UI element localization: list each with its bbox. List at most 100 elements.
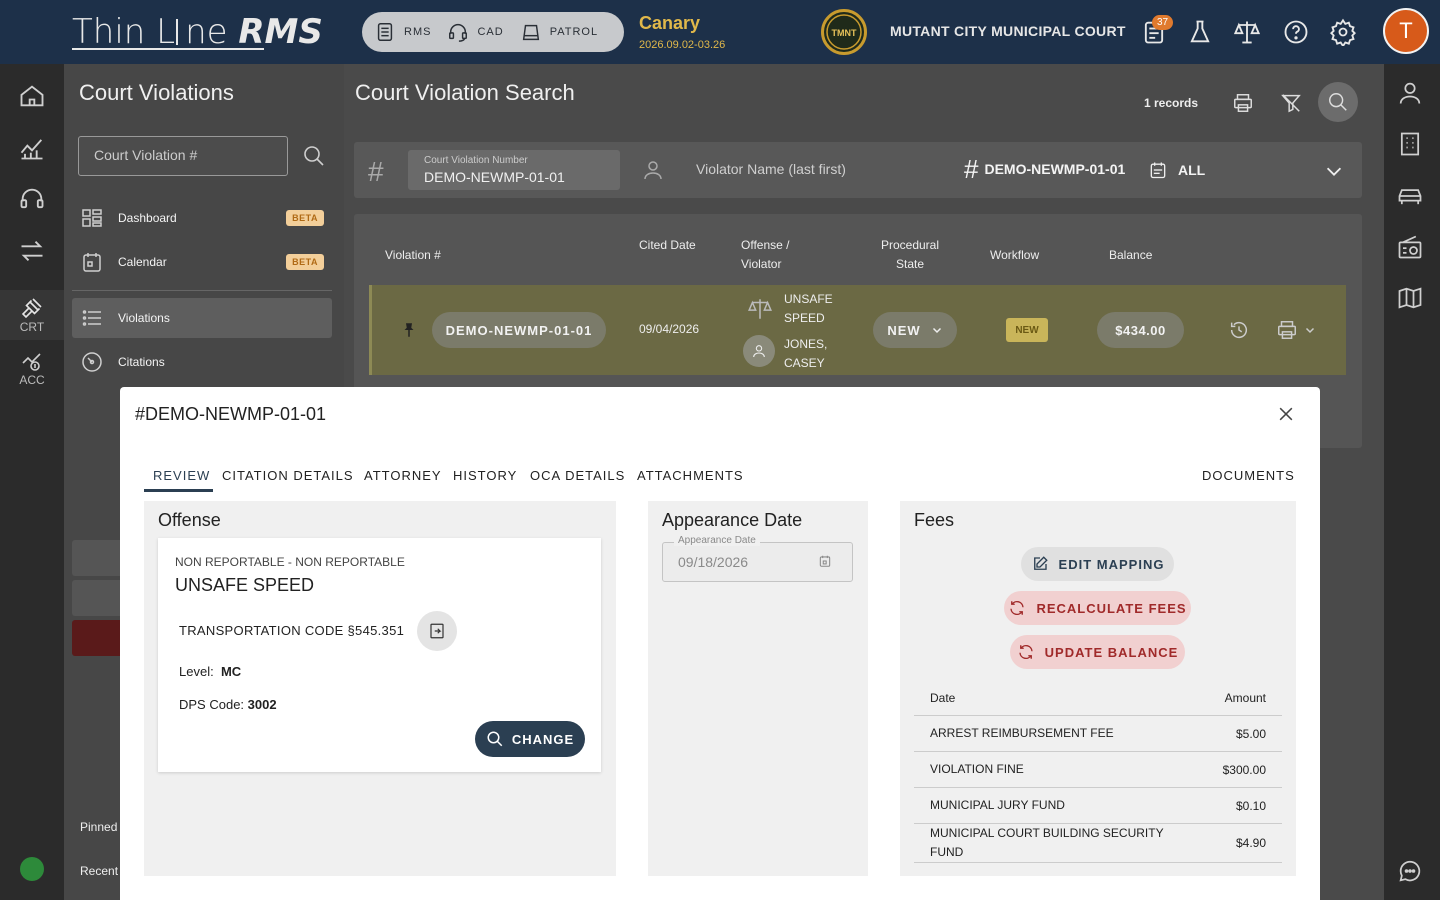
tab-attachments[interactable]: ATTACHMENTS (637, 468, 744, 483)
payment-button-partial[interactable] (72, 580, 120, 616)
table-row[interactable]: MUNICIPAL COURT BUILDING SECURITY FUND $… (914, 824, 1282, 863)
beta-badge: BETA (286, 210, 324, 226)
table-row[interactable]: VIOLATION FINE $300.00 (914, 752, 1282, 788)
workflow-badge: NEW (1006, 318, 1048, 342)
recalculate-fees-button[interactable]: RECALCULATE FEES (1004, 591, 1191, 625)
environment-name: Canary (639, 13, 701, 33)
violator-name-input[interactable]: Violator Name (last first) (696, 161, 846, 177)
module-rms[interactable]: RMS (374, 21, 447, 43)
person-icon (644, 161, 662, 180)
pinned-label: Pinned (80, 820, 118, 834)
fee-amount: $0.10 (1235, 798, 1266, 813)
cited-date-cell: 09/04/2026 (639, 322, 700, 336)
tab-review[interactable]: REVIEW (153, 468, 210, 483)
radio-icon[interactable] (1396, 233, 1424, 261)
update-balance-button[interactable]: UPDATE BALANCE (1010, 635, 1185, 669)
filter-chip-number[interactable]: # DEMO-NEWMP-01-01 (964, 154, 1125, 184)
help-icon[interactable] (1282, 18, 1310, 46)
history-icon[interactable] (1228, 319, 1250, 341)
admin-button-partial[interactable] (72, 620, 120, 656)
calendar-icon[interactable] (818, 554, 832, 568)
column-header-balance[interactable]: Balance (1109, 246, 1152, 265)
accounting-icon (22, 353, 41, 371)
map-icon[interactable] (1396, 284, 1424, 312)
person-icon[interactable] (1396, 79, 1424, 107)
column-header-workflow[interactable]: Workflow (990, 246, 1039, 265)
pin-icon[interactable] (400, 321, 418, 339)
recalculate-label: RECALCULATE FEES (1036, 600, 1187, 616)
court-name: MUTANT CITY MUNICIPAL COURT (890, 23, 1126, 39)
search-icon[interactable] (302, 144, 326, 168)
clear-filter-icon[interactable] (1280, 92, 1302, 114)
module-switcher: RMS CAD PATROL (362, 12, 624, 52)
confirm-button-partial[interactable] (72, 540, 120, 576)
column-header-procedural-state[interactable]: Procedural State (874, 236, 946, 274)
rail-transfer[interactable] (0, 237, 64, 265)
brand-logo[interactable]: Thin Lne RMS (72, 12, 323, 52)
court-violation-number-field[interactable]: Court Violation Number DEMO-NEWMP-01-01 (408, 150, 620, 190)
rail-analytics[interactable] (0, 134, 64, 162)
search-button[interactable] (1318, 82, 1358, 122)
rail-home[interactable] (0, 82, 64, 110)
column-header-date[interactable]: Date (930, 691, 955, 705)
lab-flask-icon[interactable] (1186, 18, 1214, 46)
change-offense-button[interactable]: CHANGE (475, 721, 585, 757)
print-icon[interactable] (1276, 319, 1298, 341)
column-header-offense-violator[interactable]: Offense / Violator (741, 236, 811, 274)
column-header-violation[interactable]: Violation # (385, 246, 441, 265)
open-document-icon (430, 623, 444, 639)
appearance-date-label: Appearance Date (674, 535, 760, 546)
beta-badge: BETA (286, 254, 324, 270)
column-header-amount[interactable]: Amount (1225, 691, 1266, 705)
settings-gear-icon[interactable] (1329, 18, 1357, 46)
rail-court[interactable]: CRT (0, 296, 64, 334)
table-row[interactable]: MUNICIPAL JURY FUND $0.10 (914, 788, 1282, 824)
chat-icon[interactable] (1396, 857, 1424, 885)
rail-dispatch[interactable] (0, 185, 64, 213)
balance-pill[interactable]: $434.00 (1097, 312, 1184, 348)
documents-button[interactable]: DOCUMENTS (1202, 468, 1295, 483)
fee-description: MUNICIPAL JURY FUND (930, 798, 1065, 812)
fee-description: MUNICIPAL COURT BUILDING SECURITY FUND (930, 826, 1164, 859)
car-icon[interactable] (1396, 182, 1424, 210)
sidebar-item-violations[interactable]: Violations (72, 298, 332, 338)
statute-text: TRANSPORTATION CODE §545.351 (179, 623, 405, 638)
filter-chip-date[interactable]: ALL (1148, 160, 1205, 180)
rail-accounting[interactable]: ACC (0, 349, 64, 387)
scales-icon[interactable] (1233, 18, 1261, 46)
procedural-state-dropdown[interactable]: NEW (873, 312, 957, 348)
sidebar-item-dashboard[interactable]: Dashboard BETA (72, 198, 332, 238)
tab-history[interactable]: HISTORY (453, 468, 517, 483)
tab-citation-details[interactable]: CITATION DETAILS (222, 468, 354, 483)
violator-cell: JONES, CASEY (784, 335, 827, 373)
module-patrol[interactable]: PATROL (520, 21, 614, 43)
refresh-icon (1010, 600, 1025, 616)
statute-link-button[interactable] (417, 611, 457, 651)
court-violation-search-input[interactable]: Court Violation # (78, 136, 288, 176)
fees-table: Date Amount ARREST REIMBURSEMENT FEE $5.… (914, 680, 1282, 863)
tab-oca-details[interactable]: OCA DETAILS (530, 468, 625, 483)
violator-avatar (743, 335, 775, 367)
module-cad[interactable]: CAD (447, 21, 519, 43)
server-icon (377, 23, 393, 41)
calendar-icon (1150, 162, 1166, 179)
tab-attorney[interactable]: ATTORNEY (364, 468, 442, 483)
sidebar-item-label: Citations (118, 355, 165, 369)
hash-icon: # (964, 154, 979, 184)
table-row[interactable]: ARREST REIMBURSEMENT FEE $5.00 (914, 716, 1282, 752)
user-avatar[interactable]: T (1383, 8, 1429, 54)
close-icon[interactable] (1276, 404, 1296, 424)
chevron-down-icon[interactable] (1304, 324, 1316, 336)
column-header-cited-date[interactable]: Cited Date (639, 236, 699, 255)
svg-text:TMNT: TMNT (832, 28, 857, 38)
print-icon[interactable] (1232, 92, 1254, 114)
dps-value: 3002 (247, 697, 277, 712)
chevron-down-icon[interactable] (1323, 160, 1345, 182)
sidebar-item-citations[interactable]: Citations (72, 342, 332, 382)
update-balance-label: UPDATE BALANCE (1044, 644, 1179, 660)
edit-mapping-button[interactable]: EDIT MAPPING (1021, 547, 1174, 581)
violation-number-pill[interactable]: DEMO-NEWMP-01-01 (432, 312, 606, 348)
building-icon[interactable] (1396, 130, 1424, 158)
patrol-icon (522, 24, 539, 41)
sidebar-item-calendar[interactable]: Calendar BETA (72, 242, 332, 282)
